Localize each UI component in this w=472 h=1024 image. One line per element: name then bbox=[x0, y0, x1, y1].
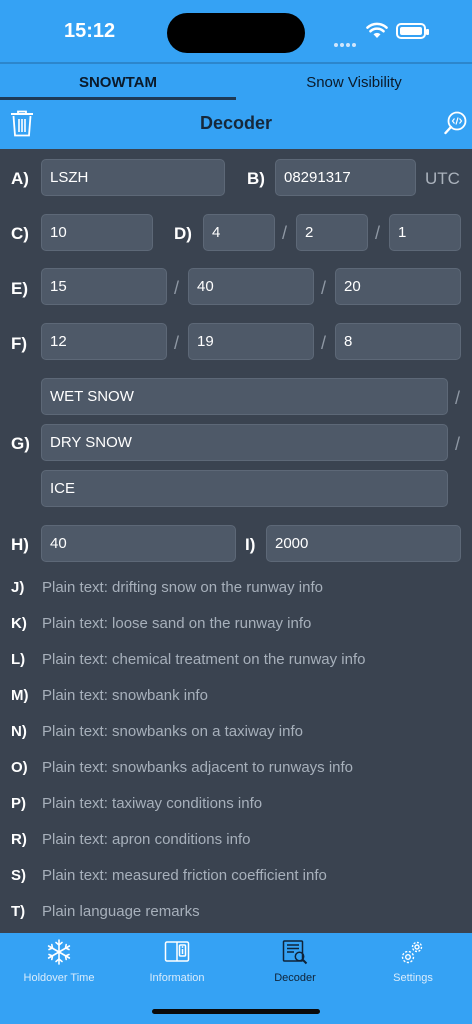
tabbar-decoder[interactable]: Decoder bbox=[236, 933, 354, 993]
plain-row-t[interactable]: T) Plain language remarks bbox=[0, 903, 472, 923]
field-d-1[interactable]: 4 bbox=[203, 214, 275, 251]
field-s[interactable]: Plain text: measured friction coefficien… bbox=[42, 867, 327, 884]
field-d-3[interactable]: 1 bbox=[389, 214, 461, 251]
status-bar: 15:12 bbox=[0, 0, 472, 62]
slash-separator: / bbox=[455, 388, 461, 408]
field-f-1[interactable]: 12 bbox=[41, 323, 167, 360]
tabbar-label: Information bbox=[149, 972, 205, 984]
plain-row-n[interactable]: N) Plain text: snowbanks on a taxiway in… bbox=[0, 723, 472, 743]
field-e-2[interactable]: 40 bbox=[188, 268, 314, 305]
plain-row-j[interactable]: J) Plain text: drifting snow on the runw… bbox=[0, 579, 472, 599]
slash-separator: / bbox=[455, 434, 461, 454]
wifi-icon bbox=[366, 22, 388, 38]
field-p[interactable]: Plain text: taxiway conditions info bbox=[42, 795, 262, 812]
label-l: L) bbox=[11, 651, 26, 668]
label-k: K) bbox=[11, 615, 27, 632]
slash-separator: / bbox=[174, 333, 180, 353]
label-e: E) bbox=[11, 279, 28, 298]
label-f: F) bbox=[11, 334, 28, 353]
field-n[interactable]: Plain text: snowbanks on a taxiway info bbox=[42, 723, 303, 740]
label-o: O) bbox=[11, 759, 28, 776]
field-b[interactable]: 08291317 bbox=[275, 159, 416, 196]
tab-snow-visibility[interactable]: Snow Visibility bbox=[236, 64, 472, 100]
home-indicator bbox=[152, 1009, 320, 1014]
utc-label: UTC bbox=[425, 169, 460, 188]
plain-row-m[interactable]: M) Plain text: snowbank info bbox=[0, 687, 472, 707]
label-r: R) bbox=[11, 831, 27, 848]
label-j: J) bbox=[11, 579, 25, 596]
tabbar-information[interactable]: Information bbox=[118, 933, 236, 993]
tabbar-holdover-time[interactable]: Holdover Time bbox=[0, 933, 118, 993]
label-s: S) bbox=[11, 867, 26, 884]
gears-icon bbox=[401, 941, 423, 964]
plain-row-r[interactable]: R) Plain text: apron conditions info bbox=[0, 831, 472, 851]
tabbar-label: Decoder bbox=[274, 972, 316, 984]
field-d-2[interactable]: 2 bbox=[296, 214, 368, 251]
status-time: 15:12 bbox=[64, 20, 116, 42]
slash-separator: / bbox=[321, 278, 327, 298]
plain-row-p[interactable]: P) Plain text: taxiway conditions info bbox=[0, 795, 472, 815]
cellular-signal-icon bbox=[334, 34, 358, 52]
label-h: H) bbox=[11, 535, 29, 554]
navigation-bar: Decoder bbox=[0, 100, 472, 149]
plain-row-s[interactable]: S) Plain text: measured friction coeffic… bbox=[0, 867, 472, 887]
tab-snowtam[interactable]: SNOWTAM bbox=[0, 64, 236, 100]
field-e-3[interactable]: 20 bbox=[335, 268, 461, 305]
field-l[interactable]: Plain text: chemical treatment on the ru… bbox=[42, 651, 366, 668]
field-k[interactable]: Plain text: loose sand on the runway inf… bbox=[42, 615, 311, 632]
field-f-3[interactable]: 8 bbox=[335, 323, 461, 360]
label-c: C) bbox=[11, 224, 29, 243]
label-d: D) bbox=[174, 224, 192, 243]
field-e-1[interactable]: 15 bbox=[41, 268, 167, 305]
label-p: P) bbox=[11, 795, 26, 812]
slash-separator: / bbox=[321, 333, 327, 353]
field-h[interactable]: 40 bbox=[41, 525, 236, 562]
tabbar-label: Settings bbox=[393, 972, 433, 984]
field-t[interactable]: Plain language remarks bbox=[42, 903, 200, 920]
tabbar-label: Holdover Time bbox=[23, 972, 95, 984]
dynamic-island bbox=[167, 13, 305, 53]
snowflake-icon bbox=[47, 939, 71, 965]
label-m: M) bbox=[11, 687, 29, 704]
page-title: Decoder bbox=[199, 113, 273, 133]
field-g-2[interactable]: DRY SNOW bbox=[41, 424, 448, 461]
slash-separator: / bbox=[375, 223, 381, 243]
field-c[interactable]: 10 bbox=[41, 214, 153, 251]
label-t: T) bbox=[11, 903, 26, 920]
slash-separator: / bbox=[174, 278, 180, 298]
slash-separator: / bbox=[282, 223, 288, 243]
label-i: I) bbox=[245, 535, 256, 554]
field-m[interactable]: Plain text: snowbank info bbox=[42, 687, 208, 704]
field-j[interactable]: Plain text: drifting snow on the runway … bbox=[42, 579, 323, 596]
label-n: N) bbox=[11, 723, 27, 740]
label-g: G) bbox=[11, 434, 30, 453]
label-b: B) bbox=[247, 169, 265, 188]
field-g-1[interactable]: WET SNOW bbox=[41, 378, 448, 415]
field-a[interactable]: LSZH bbox=[41, 159, 225, 196]
battery-icon bbox=[396, 23, 429, 39]
field-f-2[interactable]: 19 bbox=[188, 323, 314, 360]
search-code-icon[interactable] bbox=[444, 111, 468, 135]
plain-row-l[interactable]: L) Plain text: chemical treatment on the… bbox=[0, 651, 472, 671]
field-o[interactable]: Plain text: snowbanks adjacent to runway… bbox=[42, 759, 353, 776]
book-icon bbox=[164, 941, 190, 962]
tabbar-settings[interactable]: Settings bbox=[354, 933, 472, 993]
plain-row-o[interactable]: O) Plain text: snowbanks adjacent to run… bbox=[0, 759, 472, 779]
plain-row-k[interactable]: K) Plain text: loose sand on the runway … bbox=[0, 615, 472, 635]
field-r[interactable]: Plain text: apron conditions info bbox=[42, 831, 250, 848]
label-a: A) bbox=[11, 169, 29, 188]
field-g-3[interactable]: ICE bbox=[41, 470, 448, 507]
field-i[interactable]: 2000 bbox=[266, 525, 461, 562]
document-search-icon bbox=[282, 940, 308, 965]
